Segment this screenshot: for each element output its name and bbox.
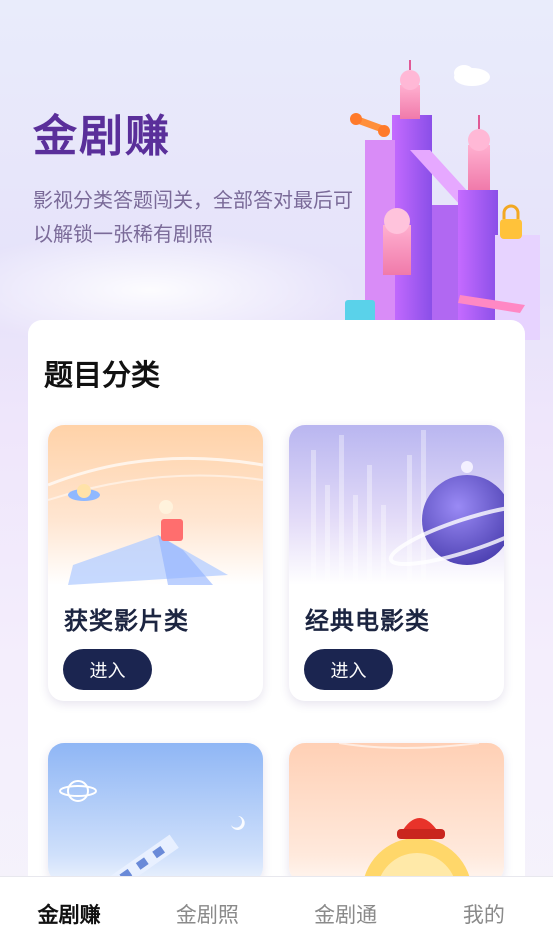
bottom-tab-bar: 金剧赚 金剧照 金剧通 我的: [0, 876, 553, 952]
tab-jinjuzhuan[interactable]: 金剧赚: [0, 877, 138, 929]
enter-button[interactable]: 进入: [304, 649, 393, 690]
category-card-4[interactable]: [289, 743, 504, 883]
cloud-icon: [454, 65, 490, 86]
category-illustration: [289, 425, 504, 585]
category-illustration: [48, 425, 263, 585]
enter-button[interactable]: 进入: [63, 649, 152, 690]
category-panel: 题目分类 获奖影片类 进入 经典电影类 进入: [28, 320, 525, 940]
category-name: 获奖影片类: [64, 607, 189, 635]
tab-jinjuzhao[interactable]: 金剧照: [138, 877, 276, 929]
tab-jinjutong[interactable]: 金剧通: [277, 877, 415, 929]
category-illustration: [289, 743, 504, 883]
hero-banner: 金剧赚 影视分类答题闯关，全部答对最后可以解锁一张稀有剧照: [0, 0, 553, 340]
category-card-classic[interactable]: 经典电影类 进入: [289, 425, 504, 701]
castle-illustration: [345, 60, 540, 340]
category-name: 经典电影类: [305, 607, 430, 635]
padlock-icon: [500, 204, 522, 239]
page-title: 金剧赚: [33, 111, 171, 162]
hero-description: 影视分类答题闯关，全部答对最后可以解锁一张稀有剧照: [33, 188, 353, 246]
category-card-3[interactable]: [48, 743, 263, 883]
category-card-awards[interactable]: 获奖影片类 进入: [48, 425, 263, 701]
category-illustration: [48, 743, 263, 883]
section-title: 题目分类: [44, 358, 161, 392]
tab-mine[interactable]: 我的: [415, 877, 553, 929]
dumbbell-icon: [350, 113, 390, 137]
